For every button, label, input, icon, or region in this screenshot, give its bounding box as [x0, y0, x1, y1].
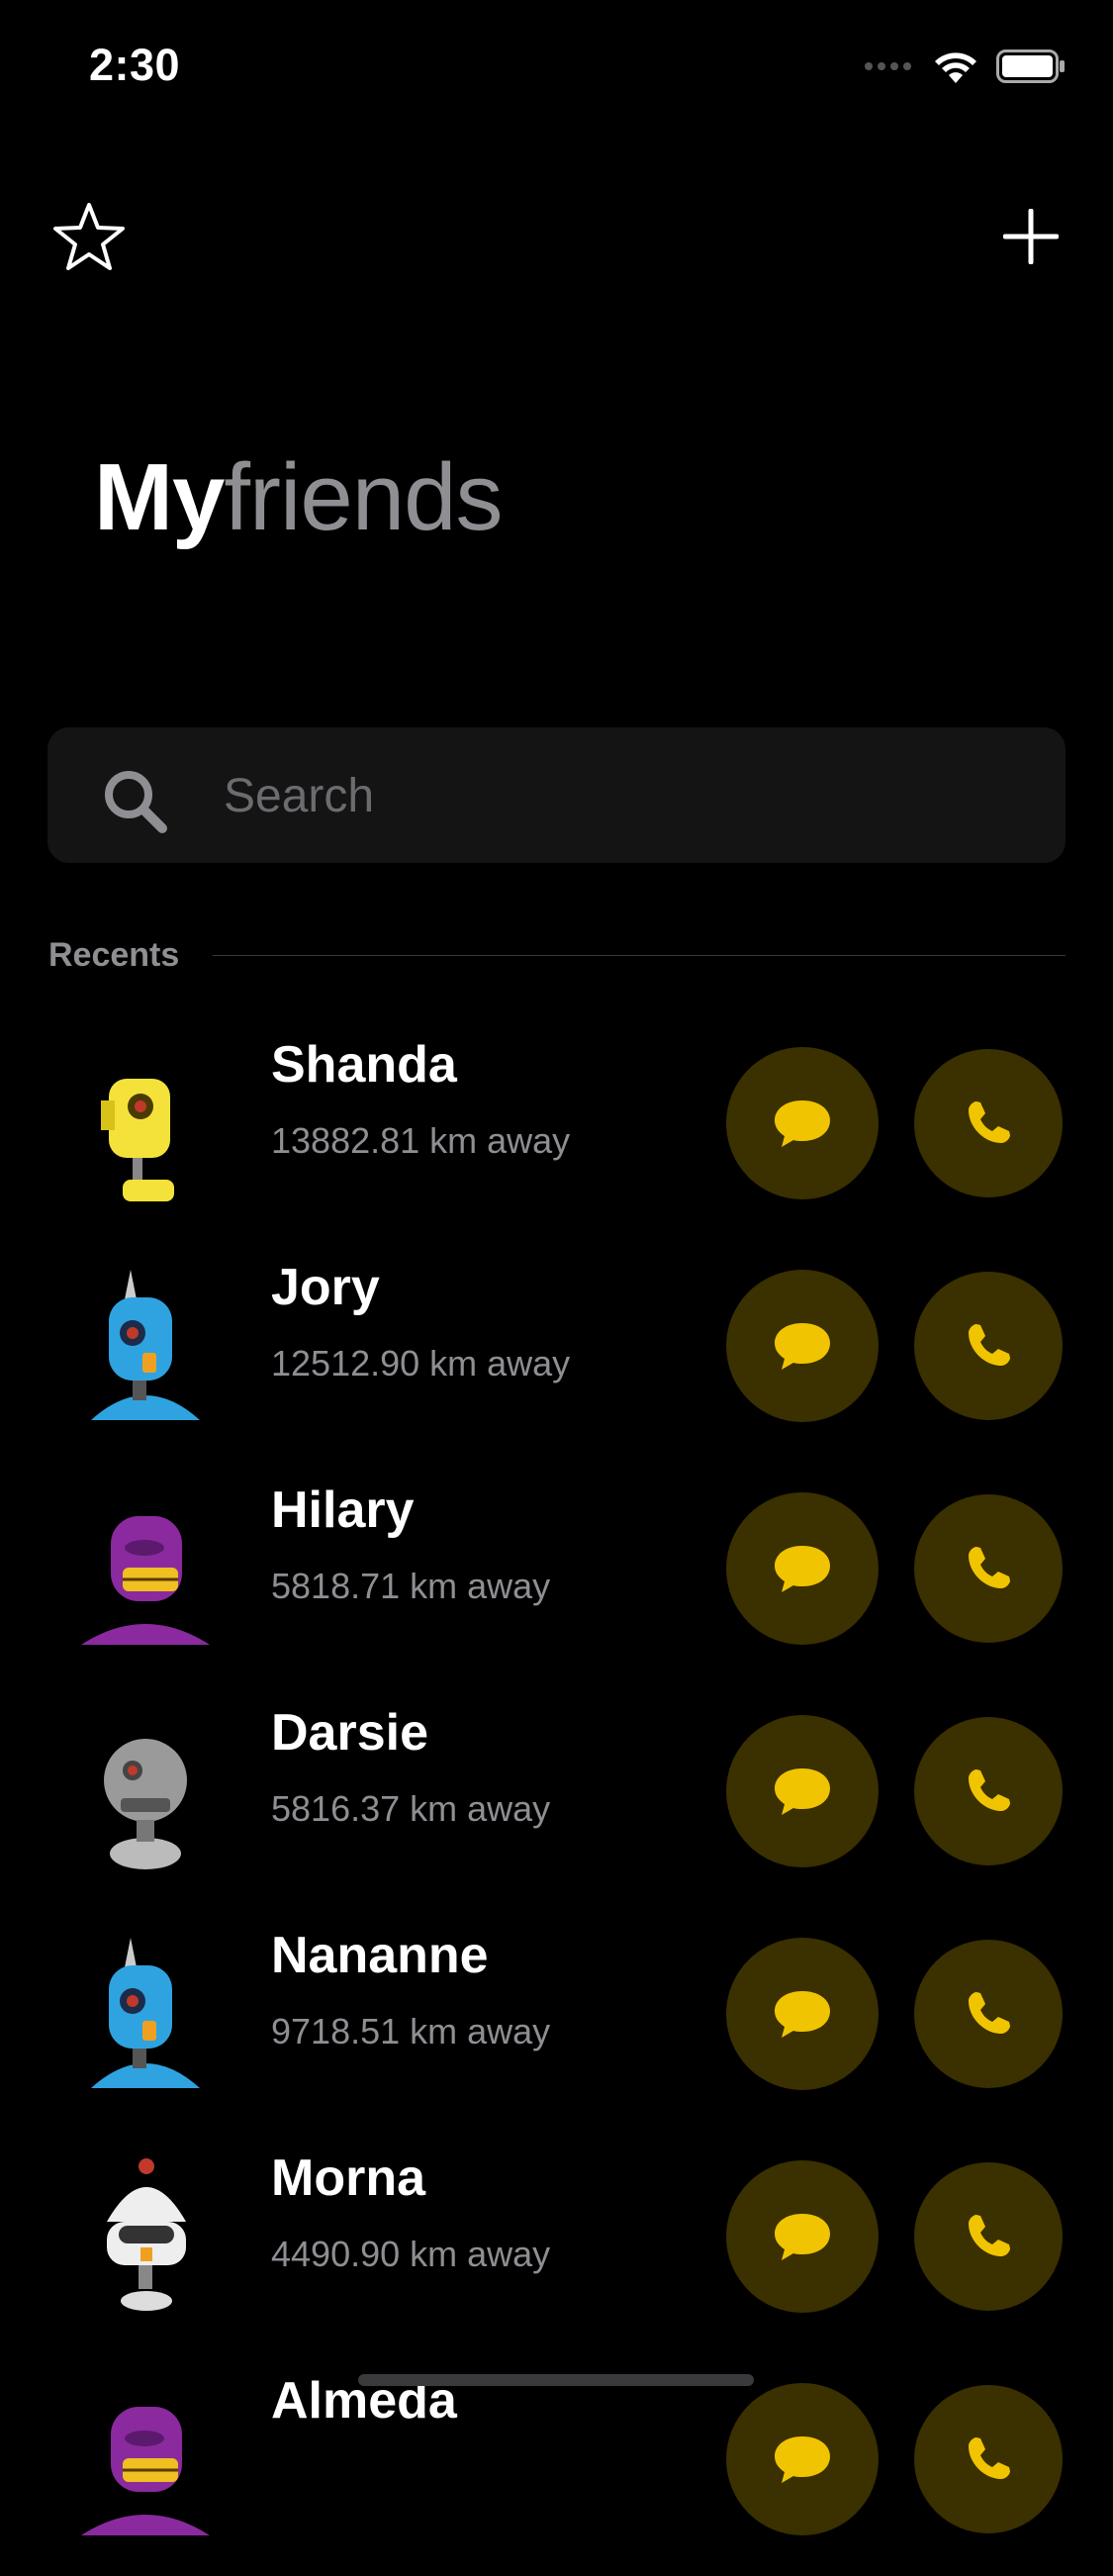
- avatar: [71, 1039, 220, 1207]
- avatar: [71, 2152, 220, 2321]
- wifi-icon: [935, 52, 976, 83]
- contact-distance: 9718.51 km away: [271, 2011, 551, 2051]
- avatar: [71, 2375, 220, 2543]
- message-button[interactable]: [726, 2160, 879, 2313]
- call-button[interactable]: [914, 1940, 1063, 2088]
- phone-icon: [969, 1769, 1010, 1811]
- message-icon: [775, 2214, 830, 2260]
- message-button[interactable]: [726, 1715, 879, 1867]
- message-button[interactable]: [726, 1938, 879, 2090]
- status-icons: [864, 49, 1066, 83]
- contact-distance: 12512.90 km away: [271, 1343, 571, 1383]
- section-divider: [213, 955, 1066, 956]
- avatar: [71, 1484, 220, 1653]
- home-indicator: [358, 2374, 754, 2386]
- page-title: Myfriends: [94, 443, 504, 552]
- section-label: Recents: [48, 936, 180, 974]
- contact-name: Morna: [271, 2149, 425, 2207]
- call-button[interactable]: [914, 1272, 1063, 1420]
- message-icon: [775, 2436, 830, 2483]
- search-icon: [105, 771, 167, 833]
- message-icon: [775, 1991, 830, 2038]
- message-icon: [775, 1546, 830, 1592]
- contact-distance: 13882.81 km away: [271, 1120, 571, 1161]
- plus-icon: [1003, 209, 1059, 264]
- call-button[interactable]: [914, 1717, 1063, 1865]
- contact-name: Darsie: [271, 1704, 428, 1762]
- contact-row[interactable]: Hilary 5818.71 km away: [0, 1463, 1113, 1685]
- message-button[interactable]: [726, 2383, 879, 2535]
- phone-icon: [969, 1547, 1010, 1588]
- avatar: [71, 1707, 220, 1875]
- contact-distance: 5816.37 km away: [271, 1788, 551, 1829]
- avatar: [71, 1262, 220, 1430]
- search-bar[interactable]: [47, 727, 1066, 865]
- contact-distance: 5818.71 km away: [271, 1566, 551, 1606]
- contact-row[interactable]: Darsie 5816.37 km away: [0, 1685, 1113, 1908]
- contact-row[interactable]: Morna 4490.90 km away: [0, 2131, 1113, 2353]
- contact-row[interactable]: Nananne 9718.51 km away: [0, 1908, 1113, 2131]
- contact-name: Nananne: [271, 1927, 489, 1984]
- contact-name: Hilary: [271, 1481, 415, 1539]
- star-icon: [53, 203, 125, 270]
- message-icon: [775, 1323, 830, 1370]
- avatar: [71, 1930, 220, 2098]
- call-button[interactable]: [914, 2162, 1063, 2311]
- contact-distance: 4490.90 km away: [271, 2234, 551, 2274]
- phone-icon: [969, 1101, 1010, 1143]
- phone-icon: [969, 2437, 1010, 2479]
- contact-row[interactable]: Almeda: [0, 2353, 1113, 2576]
- contact-row[interactable]: Jory 12512.90 km away: [0, 1240, 1113, 1463]
- message-button[interactable]: [726, 1270, 879, 1422]
- favorites-button[interactable]: [45, 192, 134, 281]
- add-friend-button[interactable]: [986, 192, 1075, 281]
- phone-icon: [969, 1992, 1010, 2034]
- call-button[interactable]: [914, 1049, 1063, 1197]
- call-button[interactable]: [914, 2385, 1063, 2533]
- phone-icon: [969, 1324, 1010, 1366]
- title-light: friends: [224, 444, 503, 550]
- call-button[interactable]: [914, 1494, 1063, 1643]
- message-icon: [775, 1768, 830, 1815]
- status-time: 2:30: [89, 40, 181, 90]
- contact-name: Jory: [271, 1259, 380, 1316]
- title-bold: My: [94, 444, 225, 550]
- contact-name: Shanda: [271, 1036, 457, 1094]
- phone-icon: [969, 2215, 1010, 2256]
- contact-row[interactable]: Shanda 13882.81 km away: [0, 1017, 1113, 1240]
- message-button[interactable]: [726, 1492, 879, 1645]
- signal-icon: [865, 62, 911, 70]
- search-input[interactable]: [222, 727, 1037, 865]
- battery-icon: [996, 49, 1065, 83]
- message-button[interactable]: [726, 1047, 879, 1199]
- message-icon: [775, 1100, 830, 1147]
